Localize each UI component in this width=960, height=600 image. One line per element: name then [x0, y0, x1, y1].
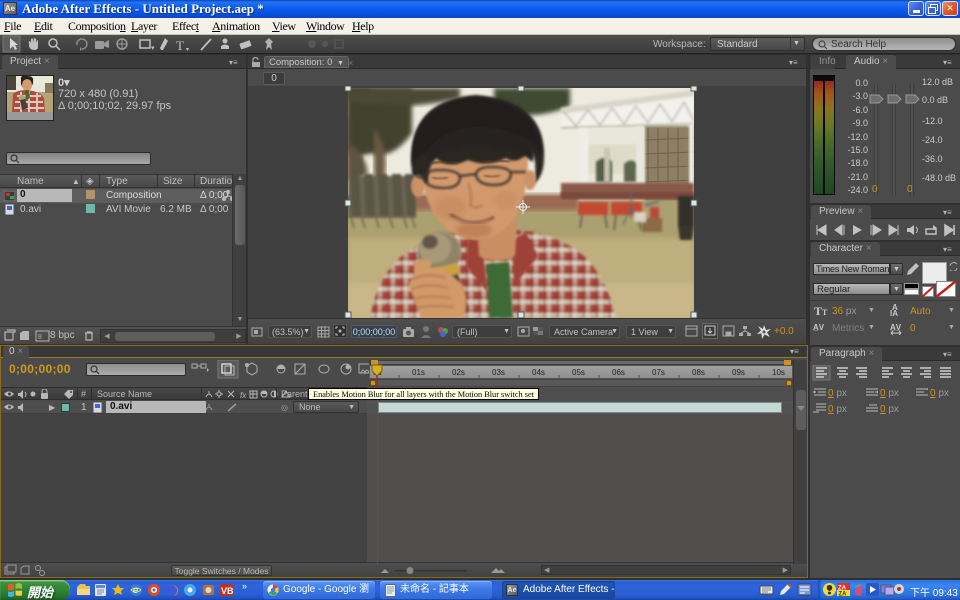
svg-text:»: »: [242, 581, 247, 591]
svg-text:ZA: ZA: [839, 592, 848, 598]
svg-text:▾: ▾: [186, 47, 189, 53]
svg-text:VB: VB: [221, 586, 234, 596]
svg-text:e: e: [133, 585, 138, 595]
svg-text:A̲V̲: A̲V̲: [890, 323, 902, 332]
svg-text:fx: fx: [240, 391, 247, 400]
svg-text:▾: ▾: [151, 45, 155, 52]
svg-text:ΙA: ΙA: [890, 309, 898, 317]
svg-text:T: T: [176, 38, 184, 53]
svg-text:A̲V: A̲V: [813, 323, 825, 332]
svg-text:8: 8: [38, 334, 42, 341]
